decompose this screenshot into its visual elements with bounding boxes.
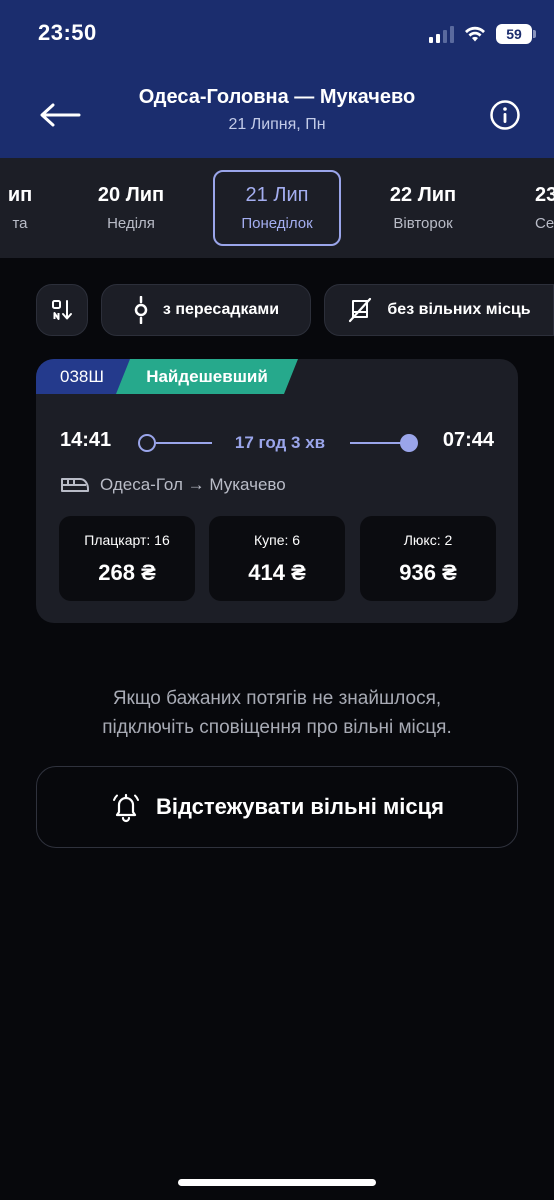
bell-icon xyxy=(113,793,139,823)
back-button[interactable] xyxy=(30,90,90,140)
arrival-time: 07:44 xyxy=(442,429,494,451)
title-block: Одеса-Головна — Мукачево 21 Липня, Пн xyxy=(100,86,454,134)
date-day: 20 Лип xyxy=(97,184,165,206)
filter-transfers-label: з пересадками xyxy=(162,301,280,318)
date-item-22[interactable]: 22 Лип Вівторок xyxy=(359,170,487,246)
date-weekday: Неділя xyxy=(107,215,155,232)
train-icon xyxy=(61,478,89,492)
date-weekday: Вівторок xyxy=(393,215,453,232)
sort-button[interactable] xyxy=(36,284,88,336)
trip-timeline: 17 год 3 хв xyxy=(138,431,418,455)
seat-class-kupe[interactable]: Купе: 6 414 ₴ xyxy=(209,516,345,601)
cheapest-badge: Найдешевший xyxy=(116,359,298,394)
seat-class-platskart[interactable]: Плацкарт: 16 268 ₴ xyxy=(59,516,195,601)
page-subtitle: 21 Липня, Пн xyxy=(228,116,326,133)
info-button[interactable] xyxy=(486,96,524,134)
cellular-signal-icon xyxy=(429,25,454,43)
seat-class-price: 936 ₴ xyxy=(399,560,457,585)
page-title: Одеса-Головна — Мукачево xyxy=(138,86,416,108)
train-card[interactable]: 038Ш Найдешевший 14:41 17 год 3 хв 07:44… xyxy=(36,359,518,623)
notice-line-2: підключіть сповіщення про вільні місця. xyxy=(102,717,452,738)
timeline-line xyxy=(350,442,402,444)
filter-no-seats-label: без вільних місць xyxy=(387,301,531,318)
date-day: 23 xyxy=(535,184,554,206)
track-seats-button[interactable]: Відстежувати вільні місця xyxy=(36,766,518,848)
date-day: ип xyxy=(7,184,33,206)
status-icons: 59 xyxy=(429,22,536,46)
departure-time: 14:41 xyxy=(60,429,112,451)
train-route-text: Одеса-Гол → Мукачево xyxy=(100,475,286,494)
info-icon xyxy=(490,100,520,130)
timeline-end-dot xyxy=(400,434,418,452)
header: 23:50 59 Одеса-Головна — Мукачево 21 Лип… xyxy=(0,0,554,158)
filter-transfers[interactable]: з пересадками xyxy=(101,284,311,336)
filter-no-seats[interactable]: без вільних місць xyxy=(324,284,554,336)
date-item-21-selected[interactable]: 21 Лип Понеділок xyxy=(213,170,341,246)
date-weekday: та xyxy=(12,215,28,232)
status-time: 23:50 xyxy=(38,20,97,45)
seat-class-price: 414 ₴ xyxy=(248,560,306,585)
battery-icon: 59 xyxy=(496,24,536,44)
sort-icon xyxy=(52,300,72,320)
timeline-start-dot xyxy=(138,434,156,452)
trip-duration: 17 год 3 хв xyxy=(234,433,326,452)
track-seats-label: Відстежувати вільні місця xyxy=(156,794,444,819)
seat-class-price: 268 ₴ xyxy=(98,560,156,585)
date-selector: ип та 20 Лип Неділя 21 Лип Понеділок 22 … xyxy=(0,158,554,258)
date-day: 22 Лип xyxy=(389,184,457,206)
seat-class-label: Люкс: 2 xyxy=(403,532,453,548)
home-indicator[interactable] xyxy=(178,1179,376,1186)
seat-class-label: Плацкарт: 16 xyxy=(84,532,170,548)
arrow-left-icon xyxy=(40,103,81,127)
date-item-prev[interactable]: ип та xyxy=(0,170,38,246)
date-weekday: Понеділок xyxy=(241,215,313,232)
transfer-stop-icon xyxy=(134,296,148,324)
no-trains-notice: Якщо бажаних потягів не знайшлося, підкл… xyxy=(40,684,514,742)
seat-class-label: Купе: 6 xyxy=(253,532,301,548)
date-item-next[interactable]: 23 Се xyxy=(505,170,554,246)
wifi-icon xyxy=(465,26,485,42)
date-item-20[interactable]: 20 Лип Неділя xyxy=(67,170,195,246)
seat-class-lux[interactable]: Люкс: 2 936 ₴ xyxy=(360,516,496,601)
notice-line-1: Якщо бажаних потягів не знайшлося, xyxy=(112,688,442,709)
timeline-line xyxy=(156,442,212,444)
date-weekday: Се xyxy=(535,215,554,232)
train-route: Одеса-Гол → Мукачево xyxy=(60,475,286,495)
date-day: 21 Лип xyxy=(245,184,309,206)
seat-off-icon xyxy=(349,297,372,323)
